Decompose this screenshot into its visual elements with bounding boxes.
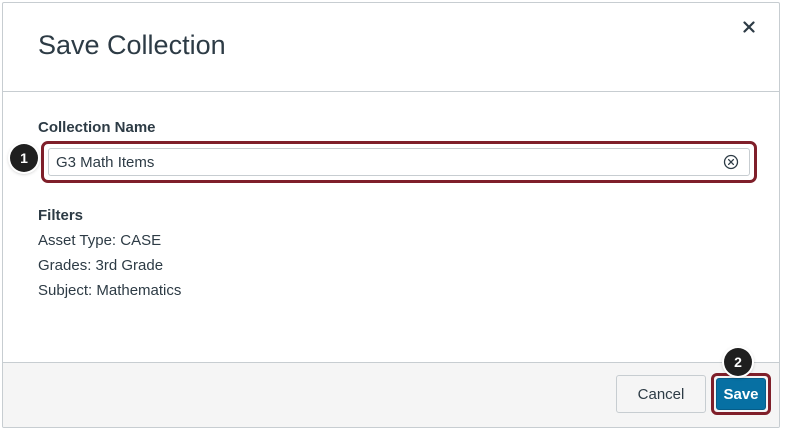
callout-badge-1: 1 <box>10 144 38 172</box>
filters-heading: Filters <box>38 207 84 224</box>
dialog-footer: Cancel Save <box>3 362 779 427</box>
close-button[interactable] <box>737 15 761 39</box>
save-button-highlight: Save <box>711 373 771 415</box>
close-icon <box>743 21 755 33</box>
collection-name-value: G3 Math Items <box>56 153 155 171</box>
save-collection-dialog: Save Collection Collection Name G3 Math … <box>2 2 780 428</box>
clear-circle-x-icon[interactable] <box>723 154 739 170</box>
header-divider <box>3 91 779 92</box>
filter-subject: Subject: Mathematics <box>38 282 182 299</box>
collection-name-highlight: G3 Math Items <box>41 141 757 183</box>
collection-name-input[interactable]: G3 Math Items <box>48 148 750 176</box>
callout-badge-2: 2 <box>724 348 752 376</box>
dialog-title: Save Collection <box>38 30 226 60</box>
filter-grades: Grades: 3rd Grade <box>38 257 164 274</box>
cancel-button[interactable]: Cancel <box>616 375 706 413</box>
collection-name-label: Collection Name <box>38 119 156 136</box>
filter-asset-type: Asset Type: CASE <box>38 232 162 249</box>
save-button[interactable]: Save <box>716 378 766 410</box>
